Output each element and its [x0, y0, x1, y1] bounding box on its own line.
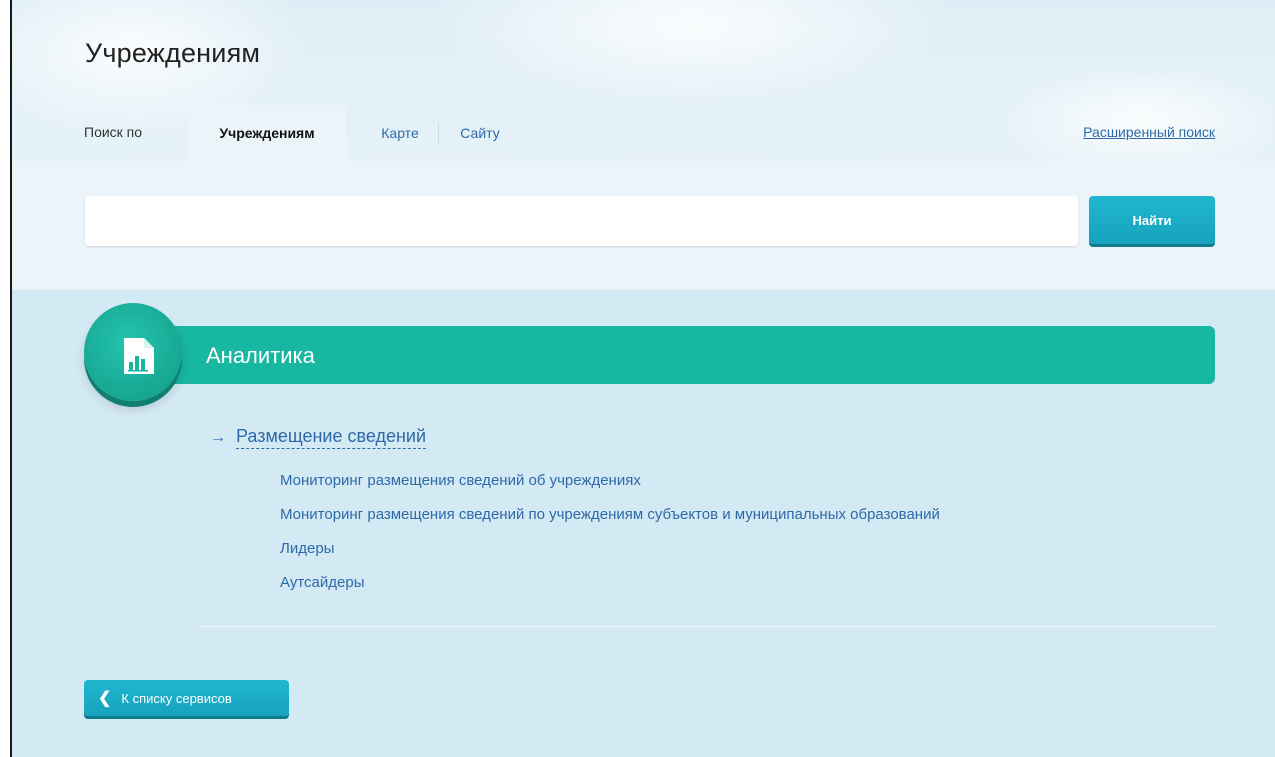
service-link-monitoring[interactable]: Мониторинг размещения сведений об учрежд…: [280, 470, 940, 504]
report-chart-icon: [124, 338, 154, 374]
service-link-leaders[interactable]: Лидеры: [280, 538, 940, 572]
chevron-left-icon: ❮: [98, 690, 112, 707]
page-frame: Учреждениям Поиск по Учреждениям Карте С…: [10, 0, 1275, 757]
service-list: Мониторинг размещения сведений об учрежд…: [280, 470, 940, 606]
tab-separator: [438, 122, 439, 144]
search-by-label: Поиск по: [84, 124, 143, 140]
tab-site[interactable]: Сайту: [450, 105, 510, 161]
section-title: Аналитика: [206, 343, 315, 368]
service-link-monitoring-regions[interactable]: Мониторинг размещения сведений по учрежд…: [280, 504, 940, 538]
back-button-label: К списку сервисов: [121, 691, 232, 706]
advanced-search-link[interactable]: Расширенный поиск: [1083, 124, 1215, 140]
tab-map[interactable]: Карте: [370, 105, 430, 161]
tab-institutions[interactable]: Учреждениям: [188, 105, 346, 161]
back-to-services-button[interactable]: ❮ К списку сервисов: [84, 680, 289, 716]
group-link-row: → Размещение сведений: [210, 426, 427, 449]
arrow-right-icon: →: [210, 429, 226, 446]
section-divider: [200, 626, 1215, 627]
search-button[interactable]: Найти: [1089, 196, 1215, 244]
group-link[interactable]: Размещение сведений: [236, 426, 427, 449]
service-link-outsiders[interactable]: Аутсайдеры: [280, 572, 940, 606]
search-input[interactable]: [85, 196, 1078, 246]
page-title: Учреждениям: [85, 38, 261, 68]
